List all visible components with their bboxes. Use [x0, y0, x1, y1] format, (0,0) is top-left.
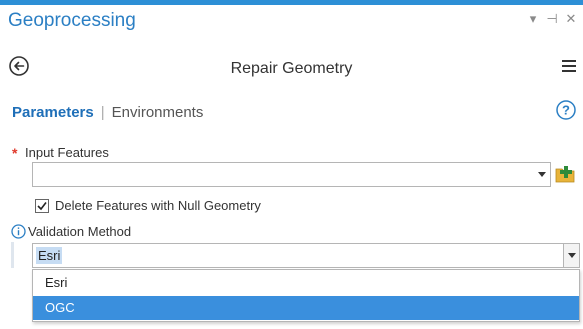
- required-marker: *: [12, 145, 18, 161]
- pane-title: Geoprocessing: [8, 10, 136, 31]
- active-parameter-indicator: [11, 242, 14, 268]
- tab-parameters[interactable]: Parameters: [12, 104, 94, 121]
- tab-strip: Parameters | Environments: [12, 104, 203, 121]
- svg-text:?: ?: [562, 103, 570, 118]
- delete-null-geometry-option[interactable]: Delete Features with Null Geometry: [35, 198, 261, 213]
- chevron-down-icon: [568, 253, 576, 258]
- tool-header: Repair Geometry: [0, 50, 583, 86]
- validation-method-dropdown-button[interactable]: [563, 244, 579, 267]
- pane-header: Geoprocessing ▾ ⊣ ✕: [0, 5, 583, 38]
- validation-method-label: Validation Method: [28, 224, 132, 239]
- validation-method-options-list: Esri OGC: [32, 269, 580, 322]
- validation-method-select[interactable]: Esri: [32, 243, 580, 268]
- input-features-combobox[interactable]: [32, 162, 551, 187]
- pane-controls: ▾ ⊣ ✕: [527, 12, 577, 26]
- hamburger-menu-icon[interactable]: [561, 58, 577, 74]
- option-ogc[interactable]: OGC: [33, 296, 579, 320]
- help-circle-icon[interactable]: ?: [555, 99, 577, 121]
- pin-icon[interactable]: ⊣: [546, 12, 558, 26]
- delete-null-geometry-label: Delete Features with Null Geometry: [55, 198, 261, 213]
- info-circle-icon[interactable]: [11, 224, 26, 239]
- delete-null-geometry-checkbox[interactable]: [35, 198, 49, 213]
- tool-title: Repair Geometry: [230, 60, 353, 77]
- tab-environments[interactable]: Environments: [112, 104, 204, 121]
- checkmark-icon: [37, 201, 47, 210]
- pane-options-dropdown-icon[interactable]: ▾: [527, 12, 539, 26]
- option-esri[interactable]: Esri: [33, 271, 579, 295]
- chevron-down-icon[interactable]: [538, 172, 546, 177]
- close-icon[interactable]: ✕: [565, 12, 577, 26]
- add-folder-icon[interactable]: [555, 165, 575, 183]
- input-features-label: Input Features: [25, 145, 109, 160]
- validation-method-value: Esri: [36, 247, 63, 264]
- tab-separator: |: [100, 104, 105, 121]
